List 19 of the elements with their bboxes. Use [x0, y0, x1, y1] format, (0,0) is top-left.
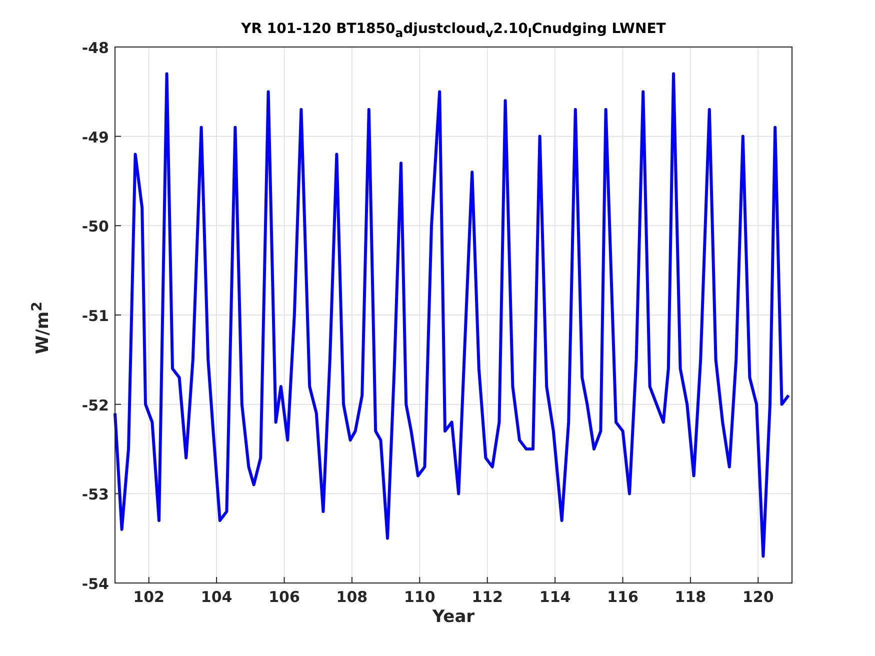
- y-tick-label: -54: [82, 575, 109, 593]
- x-tick-label: 120: [742, 588, 774, 606]
- y-tick-label: -52: [82, 396, 109, 414]
- x-tick-label: 118: [674, 588, 706, 606]
- x-tick-label: 108: [336, 588, 368, 606]
- chart-title: YR 101-120 BT1850$_{a}$djustcloud$_{v}$2.10$_{l}$Cnudging LWNET: [241, 21, 666, 40]
- x-axis-label: Year: [432, 607, 475, 629]
- y-tick-label: -53: [82, 486, 109, 504]
- y-tick-label: -48: [82, 40, 109, 57]
- y-tick-label: -51: [82, 307, 109, 325]
- y-tick-label: -50: [82, 218, 109, 236]
- x-tick-label: 106: [268, 588, 300, 606]
- x-tick-label: 114: [539, 588, 571, 606]
- x-tick-label: 112: [472, 588, 503, 606]
- x-tick-label: 102: [133, 588, 164, 606]
- y-tick-label: -49: [82, 128, 109, 146]
- x-tick-label: 110: [404, 588, 436, 606]
- x-tick-label: 104: [200, 588, 232, 606]
- x-tick-label: 116: [607, 588, 638, 606]
